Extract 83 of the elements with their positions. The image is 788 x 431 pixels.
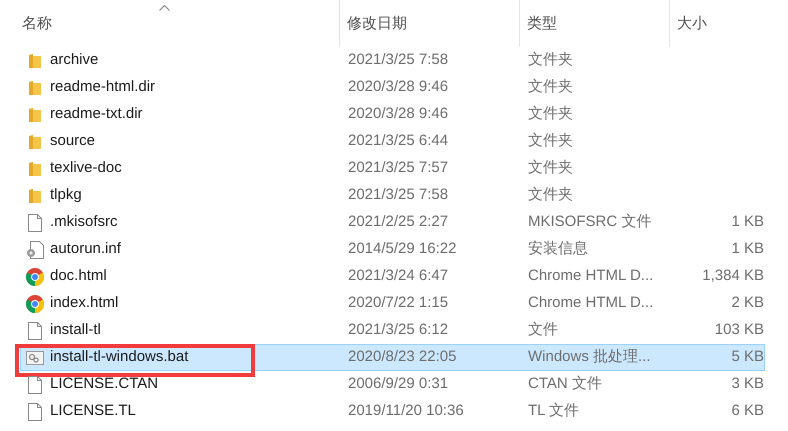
file-type: Windows 批处理... bbox=[528, 348, 651, 366]
file-name: readme-txt.dir bbox=[50, 105, 143, 122]
file-row[interactable]: texlive-doc 2021/3/25 7:57 文件夹 bbox=[20, 155, 765, 182]
file-row[interactable]: index.html 2020/7/22 1:15 Chrome HTML D... 2 KB bbox=[20, 290, 765, 317]
file-name: LICENSE.CTAN bbox=[50, 375, 158, 392]
modified-date: 2020/3/28 9:46 bbox=[348, 105, 448, 122]
file-row[interactable]: doc.html 2021/3/24 6:47 Chrome HTML D... 1,384 KB bbox=[20, 263, 765, 290]
file-row[interactable]: LICENSE.TL 2019/11/20 10:36 TL 文件 6 KB bbox=[20, 398, 765, 425]
file-name: install-tl-windows.bat bbox=[50, 348, 188, 366]
file-type: MKISOFSRC 文件 bbox=[528, 213, 652, 230]
column-header[interactable]: 名称 bbox=[22, 0, 340, 47]
folder-icon bbox=[28, 106, 42, 122]
file-row[interactable]: install-tl 2021/3/25 6:12 文件 103 KB bbox=[20, 317, 765, 344]
file-type: 文件夹 bbox=[528, 132, 573, 150]
file-row[interactable]: readme-txt.dir 2020/3/28 9:46 文件夹 bbox=[20, 101, 765, 128]
file-row[interactable]: install-tl-windows.bat 2020/8/23 22:05 Windows 批处理... 5 KB bbox=[20, 344, 765, 371]
modified-date: 2006/9/29 0:31 bbox=[348, 375, 448, 392]
file-size: 1 KB bbox=[731, 240, 764, 258]
file-name: index.html bbox=[50, 294, 118, 312]
file-type: Chrome HTML D... bbox=[528, 267, 654, 284]
column-header[interactable]: 大小 bbox=[670, 0, 765, 47]
modified-date: 2020/7/22 1:15 bbox=[348, 294, 448, 312]
file-name: .mkisofsrc bbox=[50, 213, 118, 230]
file-size: 5 KB bbox=[731, 348, 764, 366]
file-type: CTAN 文件 bbox=[528, 375, 602, 392]
file-type: 文件 bbox=[528, 321, 558, 338]
folder-icon bbox=[28, 188, 42, 204]
modified-date: 2019/11/20 10:36 bbox=[348, 402, 464, 420]
modified-date: 2021/3/25 6:12 bbox=[348, 321, 448, 338]
modified-date: 2021/2/25 2:27 bbox=[348, 213, 448, 230]
modified-date: 2021/3/24 6:47 bbox=[348, 267, 448, 284]
file-icon bbox=[28, 376, 42, 394]
chrome-icon bbox=[26, 268, 44, 286]
file-type: 安装信息 bbox=[528, 240, 588, 258]
modified-date: 2021/3/25 7:58 bbox=[348, 186, 448, 204]
file-icon bbox=[28, 214, 42, 232]
file-type: 文件夹 bbox=[528, 186, 573, 204]
file-size: 1,384 KB bbox=[702, 267, 764, 284]
file-type: 文件夹 bbox=[528, 78, 573, 96]
file-size: 2 KB bbox=[731, 294, 764, 312]
file-icon bbox=[28, 322, 42, 340]
file-name: source bbox=[50, 132, 96, 150]
file-size: 6 KB bbox=[731, 402, 764, 420]
file-row[interactable]: tlpkg 2021/3/25 7:58 文件夹 bbox=[20, 182, 765, 209]
file-name: readme-html.dir bbox=[50, 78, 156, 96]
file-row[interactable]: archive 2021/3/25 7:58 文件夹 bbox=[20, 47, 765, 74]
file-row[interactable]: .mkisofsrc 2021/2/25 2:27 MKISOFSRC 文件 1 KB bbox=[20, 209, 765, 236]
modified-date: 2021/3/25 7:58 bbox=[348, 51, 448, 68]
modified-date: 2021/3/25 6:44 bbox=[348, 132, 448, 150]
file-size: 3 KB bbox=[731, 375, 764, 392]
modified-date: 2021/3/25 7:57 bbox=[348, 159, 448, 176]
file-name: texlive-doc bbox=[50, 159, 122, 176]
file-row[interactable]: autorun.inf 2014/5/29 16:22 安装信息 1 KB bbox=[20, 236, 765, 263]
modified-date: 2020/3/28 9:46 bbox=[348, 78, 448, 96]
sort-caret-icon bbox=[158, 5, 170, 11]
folder-icon bbox=[28, 80, 42, 96]
file-name: doc.html bbox=[50, 267, 107, 284]
file-name: install-tl bbox=[50, 321, 101, 338]
file-name: autorun.inf bbox=[50, 240, 121, 258]
file-type: 文件夹 bbox=[528, 159, 573, 176]
file-row[interactable]: readme-html.dir 2020/3/28 9:46 文件夹 bbox=[20, 74, 765, 101]
file-row[interactable]: LICENSE.CTAN 2006/9/29 0:31 CTAN 文件 3 KB bbox=[20, 371, 765, 398]
file-type: Chrome HTML D... bbox=[528, 294, 654, 312]
settings-file-icon bbox=[26, 240, 44, 258]
file-name: archive bbox=[50, 51, 98, 68]
file-row[interactable]: source 2021/3/25 6:44 文件夹 bbox=[20, 128, 765, 155]
folder-icon bbox=[28, 52, 42, 68]
column-header[interactable]: 类型 bbox=[520, 0, 670, 47]
gear-window-icon bbox=[26, 350, 44, 364]
file-size: 103 KB bbox=[714, 321, 764, 338]
file-name: tlpkg bbox=[50, 186, 82, 204]
file-size: 1 KB bbox=[731, 213, 764, 230]
folder-icon bbox=[28, 134, 42, 150]
chrome-icon bbox=[26, 294, 44, 312]
file-type: TL 文件 bbox=[528, 402, 580, 420]
file-type: 文件夹 bbox=[528, 105, 573, 122]
folder-icon bbox=[28, 160, 42, 176]
file-type: 文件夹 bbox=[528, 51, 573, 68]
file-icon bbox=[28, 402, 42, 420]
file-name: LICENSE.TL bbox=[50, 402, 136, 420]
modified-date: 2020/8/23 22:05 bbox=[348, 348, 456, 366]
modified-date: 2014/5/29 16:22 bbox=[348, 240, 456, 258]
column-header[interactable]: 修改日期 bbox=[340, 0, 520, 47]
